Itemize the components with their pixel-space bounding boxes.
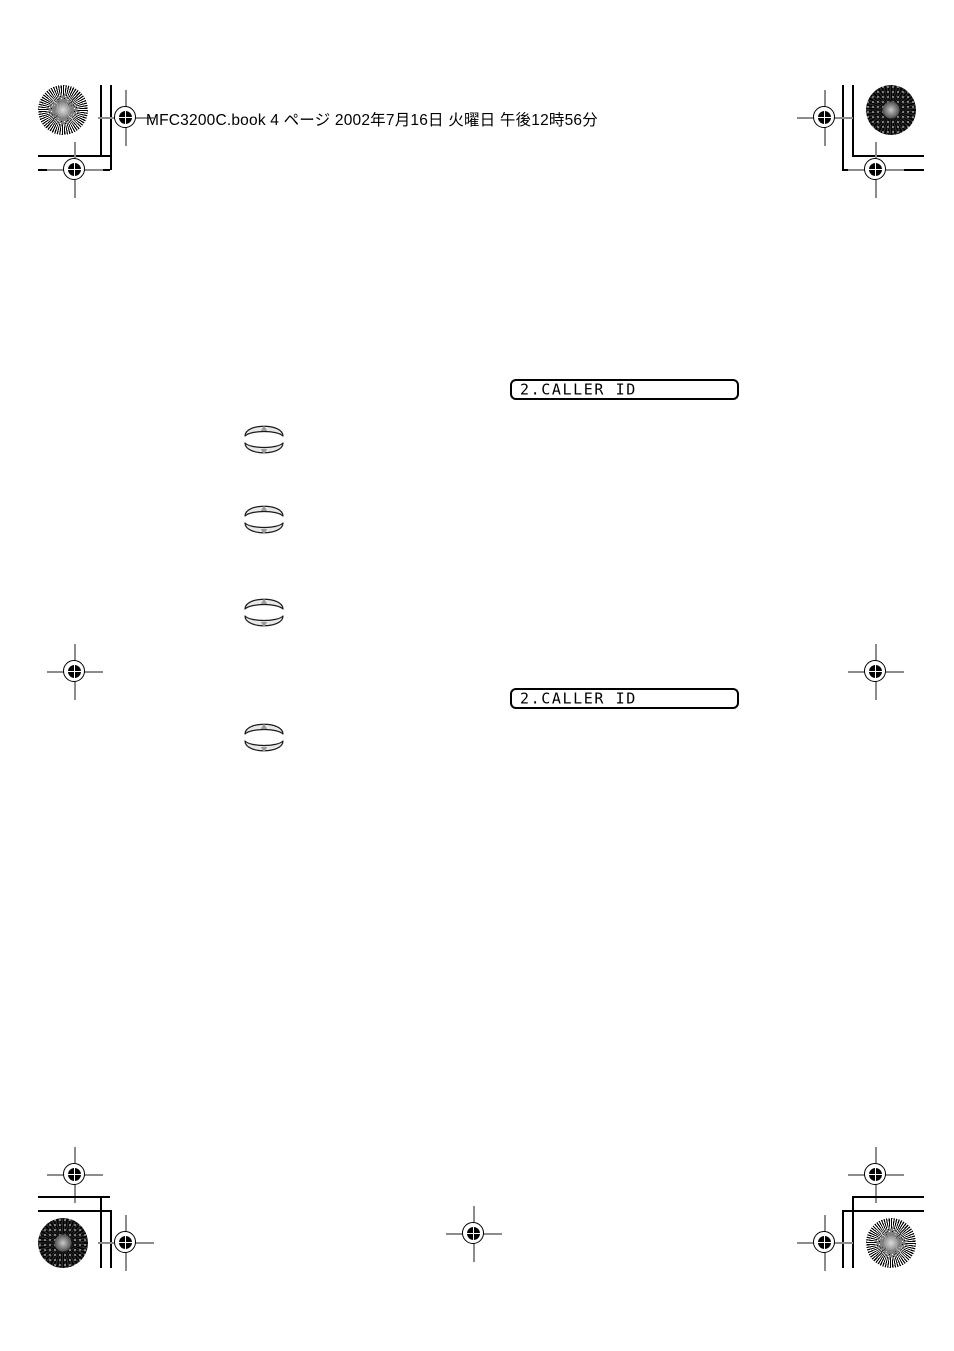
crosshair-dot <box>66 161 83 178</box>
lcd-display-text-1: 2.CALLER ID <box>520 380 637 398</box>
registration-crosshair-upper-right <box>848 142 904 198</box>
crosshair-dot <box>867 161 884 178</box>
crosshair-dot <box>465 1225 482 1242</box>
color-registration-target-bottom-left <box>38 1218 88 1268</box>
lcd-display-panel-1: 2.CALLER ID <box>510 379 739 400</box>
registration-crosshair-middle-left <box>47 644 103 700</box>
scroll-down-key-2[interactable] <box>241 521 287 542</box>
target-core <box>54 1234 72 1252</box>
lcd-display-panel-2: 2.CALLER ID <box>510 688 739 709</box>
crop-mark-trim-horizontal-outer-br <box>852 1196 924 1198</box>
registration-crosshair-bottom-right <box>797 1215 853 1271</box>
scroll-down-key-4[interactable] <box>241 739 287 760</box>
target-core <box>55 102 71 118</box>
lcd-display-text-2: 2.CALLER ID <box>520 689 637 707</box>
crosshair-dot <box>867 663 884 680</box>
crosshair-dot <box>117 109 134 126</box>
crosshair-dot <box>117 1234 134 1251</box>
navigation-key-pair-2 <box>241 497 287 549</box>
scroll-up-key-1[interactable] <box>241 417 287 438</box>
registration-crosshair-lower-left <box>47 1147 103 1203</box>
scroll-down-key-3[interactable] <box>241 614 287 635</box>
scroll-down-key-1[interactable] <box>241 441 287 462</box>
crosshair-dot <box>816 1234 833 1251</box>
registration-crosshair-middle-right <box>848 644 904 700</box>
crosshair-dot <box>816 109 833 126</box>
registration-crosshair-lower-right <box>848 1147 904 1203</box>
scroll-up-key-4[interactable] <box>241 715 287 736</box>
registration-crosshair-top-right <box>797 90 853 146</box>
color-registration-target-top-right <box>866 85 916 135</box>
scroll-up-key-2[interactable] <box>241 497 287 518</box>
printed-page-sheet: MFC3200C.book 4 ページ 2002年7月16日 火曜日 午後12時… <box>0 0 954 1351</box>
color-registration-target-bottom-right <box>866 1218 916 1268</box>
crosshair-dot <box>66 663 83 680</box>
navigation-key-pair-1 <box>241 417 287 469</box>
crosshair-dot <box>66 1166 83 1183</box>
navigation-key-pair-4 <box>241 715 287 767</box>
crosshair-dot <box>867 1166 884 1183</box>
navigation-key-pair-3 <box>241 590 287 642</box>
color-registration-target-top-left <box>38 85 88 135</box>
target-core <box>883 1235 899 1251</box>
target-core <box>882 101 900 119</box>
page-header-imposition-text: MFC3200C.book 4 ページ 2002年7月16日 火曜日 午後12時… <box>146 112 598 129</box>
registration-crosshair-bottom-center <box>446 1206 502 1262</box>
crop-mark-trim-horizontal-inner-br <box>842 1210 924 1212</box>
registration-crosshair-upper-left <box>47 142 103 198</box>
scroll-up-key-3[interactable] <box>241 590 287 611</box>
registration-crosshair-bottom-left <box>98 1215 154 1271</box>
